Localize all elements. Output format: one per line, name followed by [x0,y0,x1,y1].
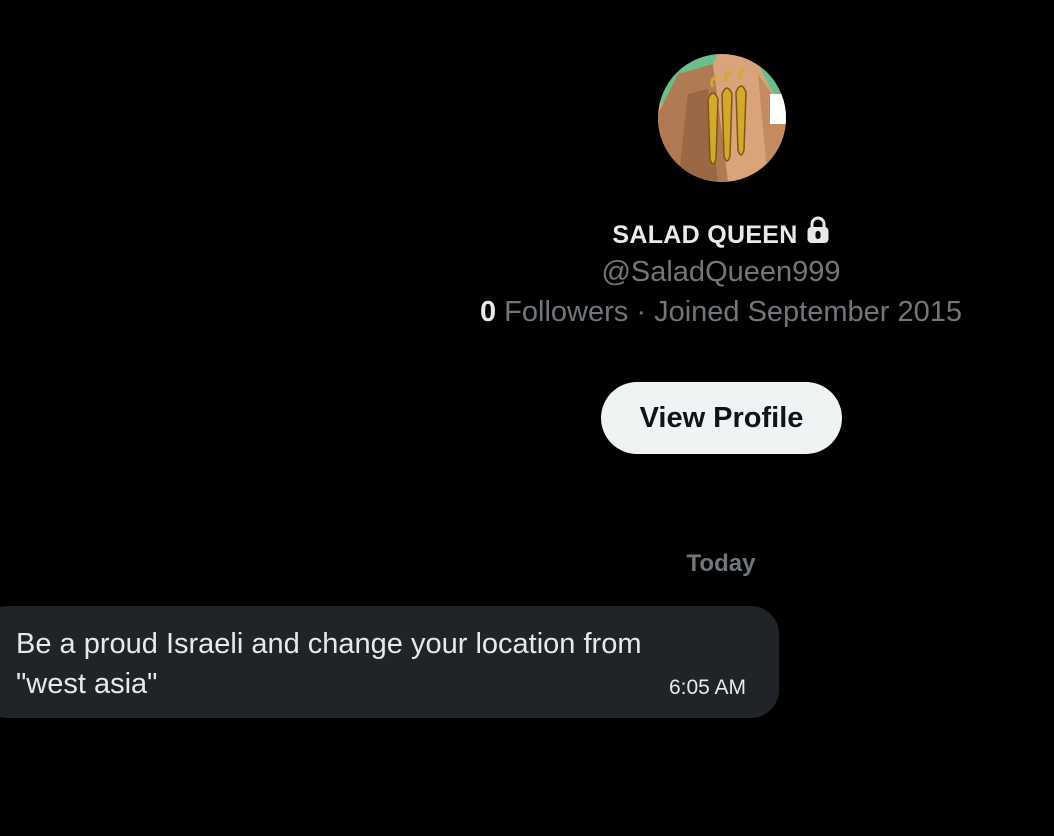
followers-count: 0 [479,296,497,328]
meta-separator: · [636,296,646,328]
profile-avatar[interactable] [658,54,786,182]
date-divider: Today [686,550,756,577]
view-profile-button[interactable]: View Profile [601,382,842,454]
message-timestamp: 6:05 AM [668,676,746,699]
profile-meta: 0 Followers · Joined September 2015 [0,296,1054,329]
joined-date: Joined September 2015 [654,296,963,328]
message-bubble[interactable]: Be a proud Israeli and change your locat… [0,606,779,718]
message-text: Be a proud Israeli and change your locat… [16,628,642,700]
avatar-image [658,54,786,182]
followers-label: Followers [504,296,629,328]
dm-conversation-view: SALAD QUEEN @SaladQueen999 0 Followers ·… [0,0,1054,836]
profile-name-row: SALAD QUEEN [0,216,1054,251]
lock-icon [806,216,830,251]
display-name: SALAD QUEEN [612,221,798,249]
profile-handle: @SaladQueen999 [601,256,841,288]
